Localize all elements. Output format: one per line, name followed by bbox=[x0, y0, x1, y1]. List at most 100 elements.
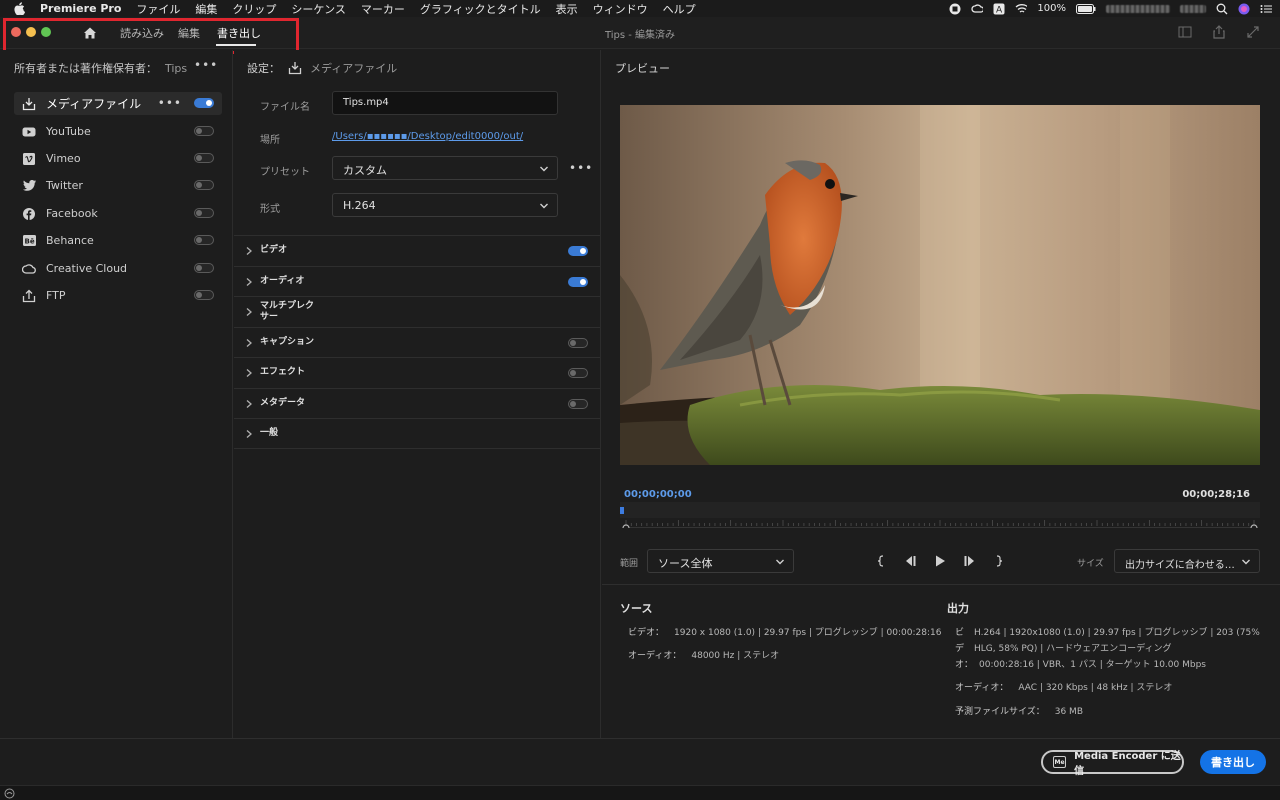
section-toggle-video[interactable] bbox=[568, 246, 588, 256]
output-audio-label: オーディオ： bbox=[955, 683, 1009, 693]
settings-heading-label: 設定： bbox=[247, 62, 280, 75]
range-label: 範囲 bbox=[620, 559, 639, 569]
section-label: メタデータ bbox=[260, 398, 306, 408]
step-forward-icon[interactable] bbox=[963, 554, 977, 568]
section-video[interactable]: ビデオ bbox=[234, 235, 600, 266]
section-toggle-audio[interactable] bbox=[568, 277, 588, 287]
owner-value[interactable]: Tips bbox=[165, 62, 187, 75]
status-bar bbox=[0, 785, 1280, 800]
settings-heading: 設定： メディアファイル bbox=[247, 60, 397, 76]
dest-more-button[interactable]: ••• bbox=[158, 96, 182, 110]
dest-creative-cloud[interactable]: Creative Cloud bbox=[14, 257, 222, 280]
dest-toggle-media-file[interactable] bbox=[194, 98, 214, 108]
dest-toggle-facebook[interactable] bbox=[194, 208, 214, 218]
dest-facebook[interactable]: Facebook bbox=[14, 202, 222, 225]
dest-vimeo[interactable]: Vimeo bbox=[14, 147, 222, 170]
playhead[interactable] bbox=[620, 507, 624, 514]
preset-dropdown[interactable]: カスタム bbox=[332, 156, 558, 180]
dest-twitter[interactable]: Twitter bbox=[14, 174, 222, 197]
owner-more-button[interactable]: ••• bbox=[194, 58, 218, 72]
dest-youtube[interactable]: YouTube bbox=[14, 120, 222, 143]
range-dropdown[interactable]: ソース全体 bbox=[647, 549, 794, 573]
section-multiplexer[interactable]: マルチプレクサー bbox=[234, 296, 600, 327]
format-dropdown[interactable]: H.264 bbox=[332, 193, 558, 217]
filename-input[interactable]: Tips.mp4 bbox=[332, 91, 558, 115]
dest-toggle-twitter[interactable] bbox=[194, 180, 214, 190]
output-video-value-3: 00:00:28:16 | VBR、1 パス | ターゲット 10.00 Mbp… bbox=[979, 660, 1206, 670]
set-in-point-icon[interactable] bbox=[874, 554, 888, 568]
siri-icon[interactable] bbox=[1238, 3, 1250, 15]
dest-ftp[interactable]: FTP bbox=[14, 284, 222, 307]
menu-view[interactable]: 表示 bbox=[556, 1, 578, 17]
dest-toggle-vimeo[interactable] bbox=[194, 153, 214, 163]
size-dropdown[interactable]: 出力サイズに合わせる… bbox=[1114, 549, 1260, 573]
dest-toggle-creative-cloud[interactable] bbox=[194, 263, 214, 273]
section-effects[interactable]: エフェクト bbox=[234, 357, 600, 388]
step-back-icon[interactable] bbox=[903, 554, 917, 568]
panel-layout-icon[interactable] bbox=[1178, 25, 1192, 39]
search-icon[interactable] bbox=[1216, 3, 1228, 15]
menu-sequence[interactable]: シーケンス bbox=[291, 1, 345, 17]
play-icon[interactable] bbox=[933, 554, 947, 568]
dest-media-file[interactable]: メディアファイル ••• bbox=[14, 92, 222, 115]
chevron-right-icon bbox=[245, 307, 253, 317]
preset-more-button[interactable]: ••• bbox=[569, 161, 593, 175]
wifi-icon[interactable] bbox=[1015, 3, 1028, 15]
record-icon[interactable] bbox=[949, 3, 961, 15]
size-value: 出力サイズに合わせる… bbox=[1125, 560, 1235, 571]
control-center-icon[interactable] bbox=[1260, 3, 1272, 15]
section-toggle-captions[interactable] bbox=[568, 338, 588, 348]
format-value: H.264 bbox=[343, 199, 376, 212]
youtube-icon bbox=[22, 125, 36, 139]
location-link[interactable]: /Users/▪▪▪▪▪▪/Desktop/edit0000/out/ bbox=[332, 131, 523, 142]
source-video-value: 1920 x 1080 (1.0) | 29.97 fps | プログレッシブ … bbox=[674, 628, 942, 638]
dest-toggle-youtube[interactable] bbox=[194, 126, 214, 136]
input-source-icon[interactable]: A bbox=[993, 3, 1005, 15]
owner-label: 所有者または著作権保有者： bbox=[14, 62, 157, 75]
fullscreen-icon[interactable] bbox=[1246, 25, 1260, 39]
menu-edit[interactable]: 編集 bbox=[195, 1, 217, 17]
in-point-handle[interactable] bbox=[622, 524, 630, 528]
menu-window[interactable]: ウィンドウ bbox=[593, 1, 648, 17]
chevron-right-icon bbox=[245, 277, 253, 287]
section-audio[interactable]: オーディオ bbox=[234, 266, 600, 297]
chevron-right-icon bbox=[245, 368, 253, 378]
apple-icon[interactable] bbox=[14, 2, 30, 15]
creative-cloud-status-icon[interactable] bbox=[971, 3, 984, 15]
divider bbox=[602, 584, 1280, 585]
out-point-handle[interactable] bbox=[1250, 524, 1258, 528]
chevron-right-icon bbox=[245, 399, 253, 409]
menu-file[interactable]: ファイル bbox=[136, 1, 180, 17]
output-audio-value: AAC | 320 Kbps | 48 kHz | ステレオ bbox=[1018, 683, 1173, 693]
menu-app-name[interactable]: Premiere Pro bbox=[40, 2, 121, 15]
macos-menubar: Premiere Pro ファイル 編集 クリップ シーケンス マーカー グラフ… bbox=[0, 0, 1280, 17]
send-to-media-encoder-button[interactable]: Me Media Encoder に送信 bbox=[1041, 750, 1184, 777]
dest-label: FTP bbox=[46, 289, 66, 302]
dest-toggle-ftp[interactable] bbox=[194, 290, 214, 300]
set-out-point-icon[interactable] bbox=[992, 554, 1006, 568]
menu-graphics[interactable]: グラフィックとタイトル bbox=[420, 1, 541, 17]
chevron-down-icon bbox=[539, 164, 549, 174]
ruler-ticks bbox=[625, 520, 1255, 526]
section-general[interactable]: 一般 bbox=[234, 418, 600, 449]
menu-clip[interactable]: クリップ bbox=[232, 1, 276, 17]
source-video-label: ビデオ： bbox=[628, 628, 665, 638]
export-button[interactable]: 書き出し bbox=[1200, 750, 1266, 774]
output-audio-info: オーディオ： AAC | 320 Kbps | 48 kHz | ステレオ bbox=[955, 680, 1172, 693]
menu-marker[interactable]: マーカー bbox=[361, 1, 405, 17]
dest-toggle-behance[interactable] bbox=[194, 235, 214, 245]
section-toggle-metadata[interactable] bbox=[568, 399, 588, 409]
preview-video-frame bbox=[620, 105, 1260, 465]
section-toggle-effects[interactable] bbox=[568, 368, 588, 378]
creative-cloud-sync-icon[interactable] bbox=[4, 788, 15, 799]
share-icon[interactable] bbox=[1212, 25, 1226, 39]
battery-icon[interactable] bbox=[1076, 3, 1096, 15]
scrub-bar[interactable] bbox=[620, 502, 1260, 518]
dest-behance[interactable]: Bē Behance bbox=[14, 229, 222, 252]
source-title: ソース bbox=[620, 602, 653, 615]
section-metadata[interactable]: メタデータ bbox=[234, 388, 600, 419]
timeline-ruler[interactable] bbox=[622, 518, 1258, 528]
preset-value: カスタム bbox=[343, 164, 387, 177]
section-captions[interactable]: キャプション bbox=[234, 327, 600, 358]
menu-help[interactable]: ヘルプ bbox=[663, 1, 696, 17]
